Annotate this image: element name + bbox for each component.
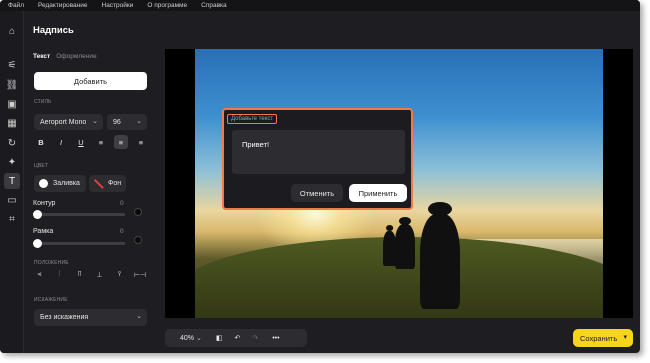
app-window: Файл Редактирование Настройки О программ… — [0, 0, 640, 353]
align-hcenter-icon[interactable]: ⫶ — [54, 271, 65, 279]
outline-slider-thumb[interactable] — [33, 210, 42, 219]
align-vcenter-icon[interactable]: ⫯ — [114, 271, 125, 279]
align-top-edge-icon[interactable]: ⫪ — [74, 271, 85, 279]
compare-icon[interactable]: ◧ — [216, 334, 223, 342]
menu-file[interactable]: Файл — [8, 2, 24, 9]
dialog-title: Добавьте текст — [227, 114, 278, 124]
frame-slider[interactable] — [34, 242, 125, 245]
chevron-down-icon: ⌄ — [136, 118, 142, 125]
outline-value: 0 — [120, 200, 124, 207]
menu-settings[interactable]: Настройки — [102, 2, 134, 9]
tab-text[interactable]: Текст — [33, 53, 50, 60]
chevron-down-icon: ▾ — [623, 334, 627, 341]
align-center-button[interactable]: ≡ — [114, 135, 128, 149]
photo-icon[interactable]: ▦ — [4, 115, 20, 131]
style-label: СТИЛЬ — [34, 99, 52, 105]
align-left-edge-icon[interactable]: ⫷ — [34, 271, 45, 279]
more-icon[interactable]: ••• — [272, 335, 279, 342]
zoom-select[interactable]: 40% ⌄ — [180, 334, 202, 342]
save-button[interactable]: Сохранить ▾ — [573, 329, 633, 347]
crop-frame-icon[interactable]: ▭ — [4, 192, 20, 208]
underline-button[interactable]: U — [74, 135, 88, 149]
rotate-icon[interactable]: ↻ — [4, 135, 20, 151]
home-icon[interactable]: ⌂ — [4, 23, 20, 39]
preview-controls: 40% ⌄ ◧ ↶ ↷ ••• — [165, 329, 307, 347]
font-value: Aeroport Mono — [40, 118, 87, 126]
align-bottom-edge-icon[interactable]: ⊥ — [94, 271, 105, 279]
size-value: 96 — [113, 118, 121, 126]
color-label: ЦВЕТ — [34, 163, 49, 169]
chevron-down-icon: ⌄ — [92, 118, 98, 125]
distortion-label: ИСКАЖЕНИЕ — [34, 297, 68, 303]
chevron-down-icon: ⌄ — [136, 313, 142, 320]
menu-edit[interactable]: Редактирование — [38, 2, 88, 9]
undo-icon[interactable]: ↶ — [234, 334, 240, 342]
size-select[interactable]: 96 ⌄ — [107, 114, 147, 130]
text-icon[interactable]: T — [4, 173, 20, 189]
distortion-select[interactable]: Без искажения ⌄ — [34, 309, 147, 326]
font-select[interactable]: Aeroport Mono ⌄ — [34, 114, 103, 130]
frame-label: Рамка — [33, 228, 54, 235]
menu-help[interactable]: Справка — [201, 2, 227, 9]
outline-color-picker[interactable] — [134, 208, 142, 216]
text-input[interactable]: Привет! — [232, 130, 405, 174]
sparkle-icon[interactable]: ✦ — [4, 154, 20, 170]
align-right-button[interactable]: ≡ — [134, 135, 148, 149]
save-label: Сохранить — [580, 333, 618, 343]
distribute-icon[interactable]: ⊢⊣ — [134, 271, 146, 279]
background-color-button[interactable]: Фон — [89, 175, 126, 192]
add-text-dialog: Добавьте текст Привет! Отменить Применит… — [222, 108, 413, 210]
panel-tabs: Текст Оформление — [33, 53, 97, 60]
format-row: B I U ≡ ≡ ≡ — [34, 135, 148, 149]
frame-slider-thumb[interactable] — [33, 239, 42, 248]
menu-about[interactable]: О программе — [147, 2, 187, 9]
crop-icon[interactable]: ⌗ — [4, 211, 20, 227]
frame-color-picker[interactable] — [134, 236, 142, 244]
apply-button[interactable]: Применить — [349, 184, 407, 202]
zoom-value: 40% — [180, 335, 195, 342]
italic-button[interactable]: I — [54, 135, 68, 149]
add-text-button[interactable]: Добавить — [34, 72, 147, 90]
redo-icon[interactable]: ↷ — [252, 334, 258, 342]
fill-swatch — [39, 179, 48, 188]
bg-label: Фон — [108, 180, 122, 187]
bold-button[interactable]: B — [34, 135, 48, 149]
position-row: ⫷ ⫶ ⫪ ⊥ ⫯ ⊢⊣ — [34, 271, 147, 279]
position-label: ПОЛОЖЕНИЕ — [34, 260, 69, 266]
fill-color-button[interactable]: Заливка — [34, 175, 86, 192]
outline-slider[interactable] — [34, 213, 125, 216]
no-color-swatch — [94, 179, 103, 188]
outline-label: Контур — [33, 200, 56, 207]
person-silhouette — [383, 225, 396, 266]
chevron-down-icon: ⌄ — [195, 335, 202, 342]
distortion-value: Без искажения — [40, 314, 89, 321]
frame-value: 0 — [120, 228, 124, 235]
person-silhouette — [420, 202, 460, 309]
fill-label: Заливка — [53, 180, 80, 187]
link-icon[interactable]: ⛓ — [4, 77, 20, 93]
menu-bar: Файл Редактирование Настройки О программ… — [0, 0, 640, 11]
cancel-button[interactable]: Отменить — [291, 184, 343, 202]
tab-design[interactable]: Оформление — [56, 53, 96, 60]
sliders-icon[interactable]: ⚟ — [4, 57, 20, 73]
person-silhouette — [395, 217, 415, 269]
text-panel: Надпись Текст Оформление Добавить СТИЛЬ … — [24, 11, 156, 353]
subtitle-icon[interactable]: ▣ — [4, 96, 20, 112]
tool-sidebar: ⌂ ⚟ ⛓ ▣ ▦ ↻ ✦ T ▭ ⌗ — [0, 11, 24, 353]
align-left-button[interactable]: ≡ — [94, 135, 108, 149]
panel-title: Надпись — [33, 25, 74, 36]
